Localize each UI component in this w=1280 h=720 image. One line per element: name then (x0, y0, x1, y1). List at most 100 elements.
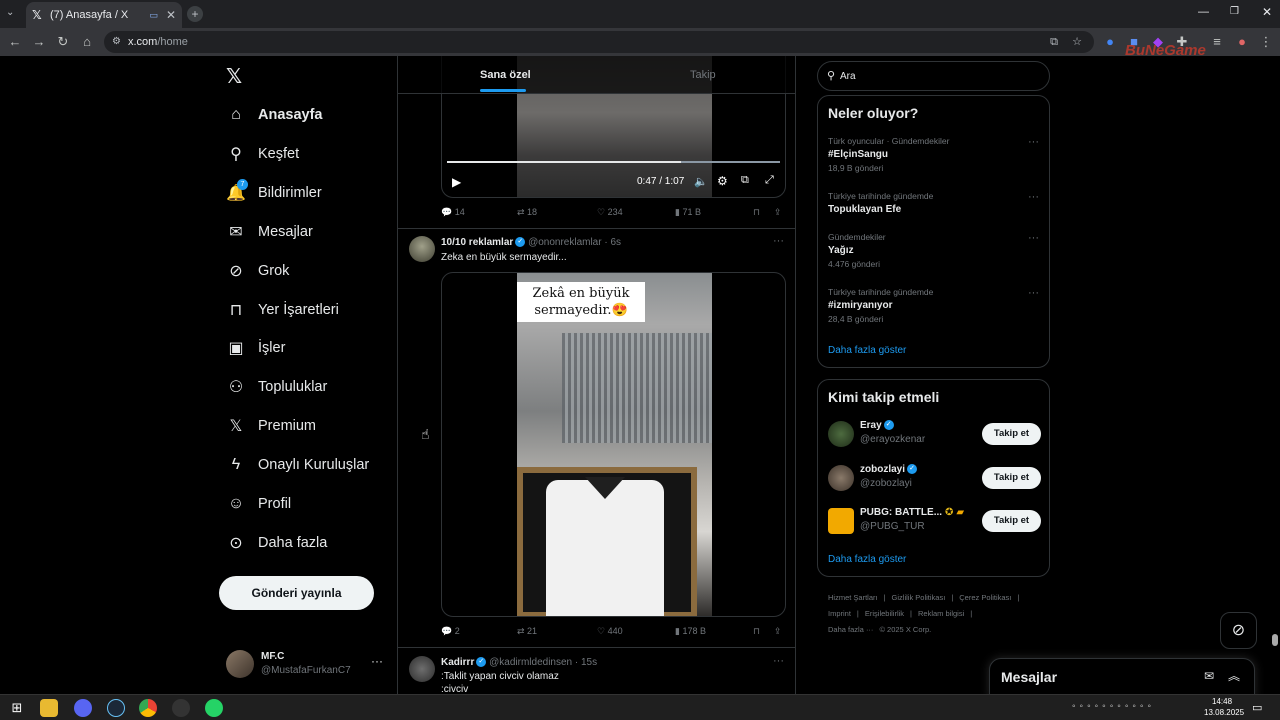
trend-more-icon[interactable]: ··· (1028, 191, 1039, 203)
browser-menu-icon[interactable]: ⋮ (1257, 33, 1275, 51)
follow-button[interactable]: Takip et (982, 510, 1041, 532)
tweet-author[interactable]: 10/10 reklamlar (441, 237, 513, 248)
footer-link[interactable]: Hizmet Şartları (828, 593, 878, 602)
tab-close-icon[interactable]: ✕ (166, 8, 176, 22)
tweet-media[interactable]: Zekâ en büyük sermayedir.😍 (441, 272, 786, 617)
tweet-avatar[interactable] (409, 656, 435, 682)
star-bookmark-icon[interactable]: ☆ (1072, 31, 1082, 53)
trend-item[interactable]: Gündemdekiler Yağız 4.476 gönderi ··· (828, 232, 1041, 269)
volume-icon[interactable]: 🔈 (694, 175, 708, 188)
fullscreen-icon[interactable]: ⤢ (765, 174, 774, 187)
trend-more-icon[interactable]: ··· (1028, 136, 1039, 148)
reading-list-icon[interactable]: ≡ (1208, 33, 1226, 51)
reply-button[interactable]: 💬 14 (441, 207, 465, 218)
chrome-icon[interactable] (139, 699, 157, 717)
messages-drawer[interactable]: Mesajlar ✉ ︽ (989, 658, 1255, 694)
follow-name[interactable]: Eray ✓ (860, 420, 894, 431)
tab-for-you[interactable]: Sana özel (480, 69, 531, 81)
picture-in-picture-icon[interactable]: ⧉ (741, 174, 749, 187)
tab-following[interactable]: Takip (690, 69, 716, 81)
nav-item-7[interactable]: ⚇ Topluluklar (226, 370, 328, 404)
tweet-handle[interactable]: @ononreklamlar (528, 237, 602, 248)
views-button[interactable]: ▮ 71 B (675, 207, 701, 218)
footer-link[interactable]: Çerez Politikası (959, 593, 1011, 602)
x-home-logo[interactable]: 𝕏 (226, 64, 242, 89)
steam-icon[interactable] (107, 699, 125, 717)
nav-item-4[interactable]: ⊘ Grok (226, 254, 289, 288)
search-box[interactable]: ⚲ Ara (817, 61, 1050, 91)
nav-item-0[interactable]: ⌂ Anasayfa (226, 98, 322, 132)
account-switcher[interactable]: MF.C @MustafaFurkanC7 ··· (226, 648, 386, 680)
follow-suggestion[interactable]: PUBG: BATTLE... ✪ ▰ @PUBG_TUR Takip et (828, 505, 1041, 539)
new-tab-button[interactable]: + (187, 6, 203, 22)
nav-item-1[interactable]: ⚲ Keşfet (226, 137, 299, 171)
nav-item-5[interactable]: ⊓ Yer İşaretleri (226, 293, 339, 327)
back-icon[interactable]: ← (6, 33, 24, 51)
reload-icon[interactable]: ↻ (54, 33, 72, 51)
trend-more-icon[interactable]: ··· (1028, 287, 1039, 299)
tweet-author[interactable]: Kadirrr (441, 657, 474, 668)
cast-icon[interactable]: ⧉ (1050, 31, 1058, 53)
clock-date[interactable]: 13.08.2025 (1204, 708, 1244, 717)
nav-item-3[interactable]: ✉ Mesajlar (226, 215, 313, 249)
close-window-icon[interactable]: ✕ (1262, 5, 1272, 19)
tab-list-chevron-icon[interactable]: ⌄ (6, 7, 14, 18)
like-button[interactable]: ♡ 234 (597, 207, 623, 218)
nav-item-11[interactable]: ⊙ Daha fazla (226, 526, 327, 560)
grok-floating-button[interactable]: ⊘ (1220, 612, 1257, 649)
follow-button[interactable]: Takip et (982, 466, 1041, 489)
follow-suggestion[interactable]: Eray ✓ @erayozkenar Takip et (828, 418, 1041, 452)
profile-avatar-icon[interactable]: ● (1233, 33, 1251, 51)
browser-tab[interactable]: 𝕏 (7) Anasayfa / X ▭ ✕ (26, 2, 182, 28)
footer-link[interactable]: Gizlilik Politikası (892, 593, 946, 602)
site-info-icon[interactable]: ⚙ (112, 31, 121, 53)
reply-button[interactable]: 💬 2 (441, 626, 460, 637)
post-button[interactable]: Gönderi yayınla (219, 576, 374, 610)
footer-link[interactable]: Daha fazla ··· (828, 625, 873, 634)
play-icon[interactable]: ▶ (452, 175, 461, 189)
minimize-icon[interactable]: — (1198, 6, 1209, 18)
home-browser-icon[interactable]: ⌂ (78, 33, 96, 51)
follow-avatar[interactable] (828, 421, 854, 447)
bookmark-tweet-icon[interactable]: ⊓ (753, 207, 760, 218)
tweet-more-icon[interactable]: ··· (773, 235, 784, 247)
follow-suggestion[interactable]: zobozlayi ✓ @zobozlayi Takip et (828, 462, 1041, 496)
tweet-time[interactable]: · 15s (575, 657, 597, 668)
footer-link[interactable]: © 2025 X Corp. (879, 625, 931, 634)
windows-start-icon[interactable]: ⊞ (8, 699, 26, 717)
forward-icon[interactable]: → (30, 33, 48, 51)
restore-icon[interactable]: ❐ (1230, 6, 1239, 17)
trend-item[interactable]: Türk oyuncular · Gündemdekiler #ElçinSang… (828, 136, 1041, 173)
page-scrollbar-thumb[interactable] (1272, 634, 1278, 646)
share-icon[interactable]: ⇪ (774, 626, 782, 637)
expand-drawer-icon[interactable]: ︽ (1228, 667, 1240, 684)
nav-item-6[interactable]: ▣ İşler (226, 331, 285, 365)
footer-link[interactable]: Reklam bilgisi (918, 609, 964, 618)
trend-item[interactable]: Türkiye tarihinde gündemde #izmiryanıyor 2… (828, 287, 1041, 324)
tweet-time[interactable]: · 6s (604, 237, 621, 248)
notification-icon[interactable]: ▭ (1252, 701, 1262, 714)
follow-button[interactable]: Takip et (982, 423, 1041, 445)
nav-item-8[interactable]: 𝕏 Premium (226, 409, 316, 443)
repost-button[interactable]: ⇄ 21 (517, 626, 537, 637)
tweet-more-icon[interactable]: ··· (773, 655, 784, 667)
account-more-icon[interactable]: ··· (371, 654, 383, 668)
trend-item[interactable]: Türkiye tarihinde gündemde Topuklayan Efe… (828, 191, 1041, 215)
follow-avatar[interactable] (828, 464, 854, 491)
nav-item-9[interactable]: ϟ Onaylı Kuruluşlar (226, 448, 369, 482)
tray-icons[interactable]: ◦◦◦◦◦◦◦◦◦◦◦ (1072, 701, 1155, 712)
new-message-icon[interactable]: ✉ (1204, 669, 1214, 683)
file-explorer-icon[interactable] (40, 699, 58, 717)
follow-avatar[interactable] (828, 508, 854, 534)
follow-show-more[interactable]: Daha fazla göster (828, 554, 906, 565)
discord-icon[interactable] (74, 699, 92, 717)
trends-show-more[interactable]: Daha fazla göster (828, 345, 906, 356)
bookmark-tweet-icon[interactable]: ⊓ (753, 626, 760, 637)
clock-time[interactable]: 14:48 (1212, 697, 1232, 706)
tweet-avatar[interactable] (409, 236, 435, 262)
nav-item-10[interactable]: ☺ Profil (226, 487, 291, 521)
whatsapp-icon[interactable] (205, 699, 223, 717)
share-icon[interactable]: ⇪ (774, 207, 782, 218)
follow-name[interactable]: zobozlayi ✓ (860, 464, 918, 475)
settings-gear-icon[interactable]: ⚙ (717, 174, 728, 188)
